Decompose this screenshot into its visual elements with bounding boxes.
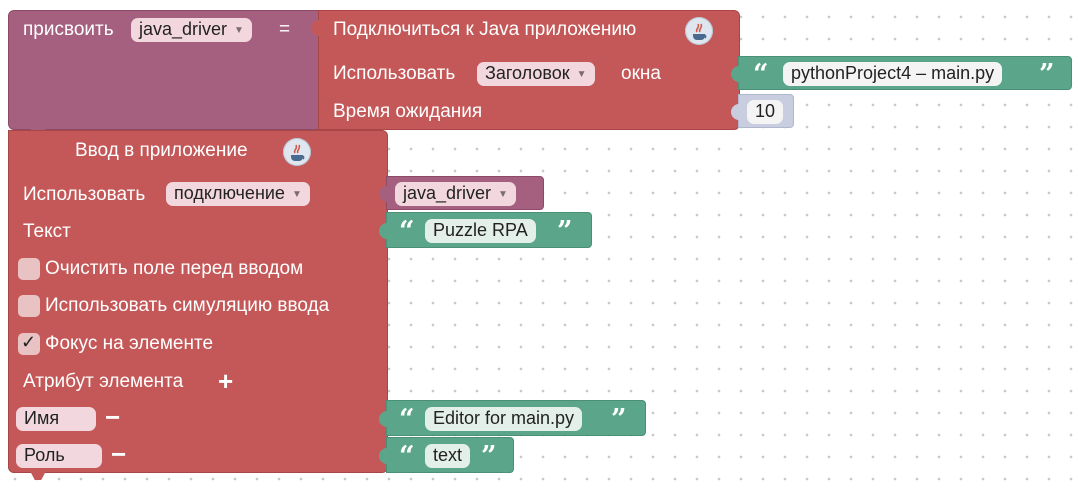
attribute-name-field[interactable]: Имя	[16, 407, 96, 431]
close-quote-icon: ”	[611, 404, 627, 435]
dropdown-caret-icon: ▼	[498, 189, 508, 200]
input-block-title: Ввод в приложение	[75, 140, 248, 161]
connect-use-dropdown-value: Заголовок	[485, 63, 570, 83]
input-block-connector	[30, 471, 46, 480]
connect-java-block[interactable]: Подключиться к Java приложению Использов…	[311, 10, 740, 130]
remove-attribute-minus-icon[interactable]: −	[111, 441, 126, 467]
input-text-field[interactable]: Puzzle RPA	[425, 219, 536, 243]
text-label: Текст	[23, 221, 71, 242]
attribute-name-field[interactable]: Роль	[16, 444, 102, 468]
input-use-label: Использовать	[23, 184, 146, 205]
attribute-name-value-block[interactable]: “ Editor for main.py ”	[379, 400, 646, 436]
input-use-dropdown[interactable]: подключение ▼	[166, 182, 310, 206]
equals-sign: =	[279, 19, 291, 40]
assign-block[interactable]: присвоить java_driver ▼ =	[8, 10, 322, 130]
open-quote-icon: “	[399, 441, 415, 472]
java-icon	[685, 17, 713, 45]
input-to-app-block[interactable]: Ввод в приложение Использовать подключен…	[8, 130, 388, 473]
connect-block-title: Подключиться к Java приложению	[333, 19, 637, 40]
close-quote-icon: ”	[1039, 59, 1055, 90]
timeout-input[interactable]: 10	[747, 100, 784, 124]
focus-element-checkbox[interactable]: ✓	[18, 332, 40, 355]
connect-use-dropdown[interactable]: Заголовок ▼	[477, 62, 595, 86]
connection-variable-block[interactable]: java_driver ▼	[379, 176, 544, 210]
java-icon	[283, 138, 311, 166]
variable-dropdown[interactable]: java_driver ▼	[131, 18, 252, 42]
checkmark-icon: ✓	[21, 332, 37, 352]
simulate-input-label: Использовать симуляцию ввода	[45, 295, 330, 316]
clear-field-label: Очистить поле перед вводом	[45, 258, 304, 279]
connection-variable-dropdown[interactable]: java_driver ▼	[395, 182, 516, 206]
open-quote-icon: “	[753, 59, 769, 90]
window-label: окна	[621, 63, 661, 84]
dropdown-caret-icon: ▼	[291, 189, 302, 200]
open-quote-icon: “	[399, 404, 415, 435]
dropdown-caret-icon: ▼	[576, 69, 587, 80]
input-use-dropdown-value: подключение	[174, 183, 285, 203]
window-title-input[interactable]: pythonProject4 – main.py	[783, 62, 1003, 86]
dropdown-caret-icon: ▼	[234, 25, 244, 36]
remove-attribute-minus-icon[interactable]: −	[105, 404, 120, 430]
connect-use-label: Использовать	[333, 63, 456, 84]
assign-label: присвоить	[23, 19, 114, 40]
simulate-input-checkbox[interactable]	[18, 295, 40, 317]
clear-field-checkbox[interactable]	[18, 258, 40, 280]
connection-variable-name: java_driver	[403, 183, 492, 203]
close-quote-icon: ”	[557, 216, 573, 247]
timeout-label: Время ожидания	[333, 101, 483, 122]
input-text-block[interactable]: “ Puzzle RPA ”	[379, 212, 592, 248]
focus-element-label: Фокус на элементе	[45, 333, 214, 354]
window-title-text-block[interactable]: “ pythonProject4 – main.py ”	[731, 56, 1072, 90]
close-quote-icon: ”	[481, 441, 497, 472]
add-attribute-plus-icon[interactable]: +	[218, 368, 233, 394]
attribute-value-field[interactable]: text	[425, 444, 471, 468]
attribute-value-field[interactable]: Editor for main.py	[425, 407, 583, 431]
variable-name: java_driver	[139, 19, 228, 39]
element-attribute-label: Атрибут элемента	[23, 371, 184, 392]
open-quote-icon: “	[399, 216, 415, 247]
timeout-number-block[interactable]: 10	[731, 94, 794, 128]
attribute-role-value-block[interactable]: “ text ”	[379, 437, 514, 473]
